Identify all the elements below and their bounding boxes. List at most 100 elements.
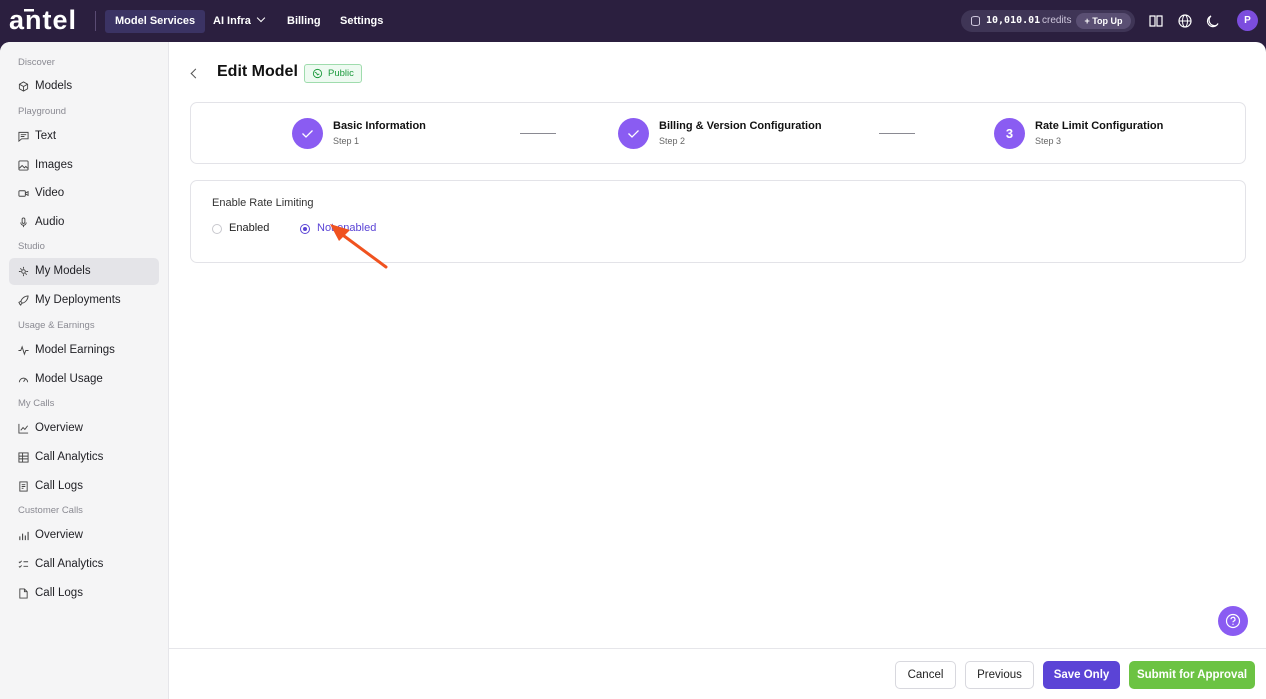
sidebar: Discover Models Playground Text Images V… <box>0 42 169 699</box>
back-chevron-icon[interactable] <box>190 68 201 79</box>
sidebar-item-model-usage[interactable]: Model Usage <box>9 366 159 393</box>
sidebar-item-label: My Models <box>35 265 91 277</box>
credits-balance: 10,010.01 credits + Top Up <box>961 10 1135 32</box>
sidebar-item-label: Models <box>35 80 73 92</box>
app-shell: Discover Models Playground Text Images V… <box>0 42 1266 699</box>
radio-enabled[interactable] <box>212 224 222 234</box>
sidebar-item-label: Images <box>35 159 73 171</box>
video-icon <box>18 190 29 197</box>
nav-ai-infra[interactable]: AI Infra <box>203 10 274 33</box>
sidebar-item-video[interactable]: Video <box>9 180 159 207</box>
cube-icon <box>18 81 29 92</box>
nav-billing-label: Billing <box>287 15 321 27</box>
previous-button[interactable]: Previous <box>965 661 1034 689</box>
sidebar-item-label: Overview <box>35 422 83 434</box>
bar-chart-icon <box>19 531 29 541</box>
logo-text: antel <box>9 5 77 35</box>
sidebar-item-my-deployments[interactable]: My Deployments <box>9 287 159 314</box>
step-1-check-circle <box>292 118 323 149</box>
sidebar-item-my-models[interactable]: My Models <box>9 258 159 285</box>
radio-enabled-label[interactable]: Enabled <box>229 222 269 234</box>
step-1-title: Basic Information <box>333 120 426 132</box>
logs-icon <box>19 481 28 492</box>
sidebar-item-customer-calls-analytics[interactable]: Call Analytics <box>9 551 159 578</box>
radio-not-enabled-label[interactable]: Not enabled <box>317 222 376 234</box>
list-check-icon <box>18 560 29 568</box>
step-3-subtitle: Step 3 <box>1035 136 1062 146</box>
sidebar-item-audio[interactable]: Audio <box>9 209 159 236</box>
radio-not-enabled[interactable] <box>300 224 310 234</box>
sidebar-section-customer-calls: Customer Calls <box>18 505 83 516</box>
sidebar-item-text[interactable]: Text <box>9 123 159 150</box>
save-only-button[interactable]: Save Only <box>1043 661 1120 689</box>
user-avatar[interactable]: P <box>1237 10 1258 31</box>
line-chart-icon <box>18 423 29 434</box>
page-title: Edit Model <box>217 63 298 80</box>
step-2-subtitle: Step 2 <box>659 136 686 146</box>
sidebar-item-label: Call Logs <box>35 587 83 599</box>
step-2-title: Billing & Version Configuration <box>659 120 822 132</box>
logo-accent-bar <box>24 9 34 12</box>
sidebar-item-my-calls-analytics[interactable]: Call Analytics <box>9 444 159 471</box>
database-icon <box>971 16 980 26</box>
sidebar-item-label: Call Analytics <box>35 451 104 463</box>
credits-amount: 10,010.01 <box>986 15 1041 26</box>
pulse-icon <box>18 345 29 356</box>
sidebar-item-label: Overview <box>35 529 83 541</box>
sidebar-item-label: Call Logs <box>35 480 83 492</box>
gauge-icon <box>18 377 29 383</box>
sidebar-item-my-calls-logs[interactable]: Call Logs <box>9 473 159 500</box>
nav-model-services-label: Model Services <box>115 15 196 27</box>
globe-icon[interactable] <box>1177 13 1193 29</box>
nav-model-services[interactable]: Model Services <box>105 10 206 33</box>
step-1-subtitle: Step 1 <box>333 136 360 146</box>
rate-limit-card: Enable Rate Limiting Enabled Not enabled <box>190 180 1246 263</box>
sidebar-item-customer-calls-logs[interactable]: Call Logs <box>9 580 159 607</box>
nav-settings[interactable]: Settings <box>330 10 393 33</box>
help-button[interactable] <box>1218 606 1248 636</box>
top-up-button[interactable]: + Top Up <box>1076 13 1131 29</box>
sidebar-item-images[interactable]: Images <box>9 152 159 179</box>
step-3-title: Rate Limit Configuration <box>1035 120 1164 132</box>
sidebar-item-label: Video <box>35 187 65 199</box>
form-footer: Cancel Previous Save Only Submit for App… <box>169 648 1266 699</box>
credits-unit: credits <box>1042 15 1072 26</box>
file-icon <box>19 588 28 599</box>
sidebar-item-customer-calls-overview[interactable]: Overview <box>9 522 159 549</box>
moon-icon[interactable] <box>1205 13 1221 29</box>
sidebar-section-playground: Playground <box>18 106 67 117</box>
nav-billing[interactable]: Billing <box>277 10 331 33</box>
step-connector <box>879 133 915 134</box>
cancel-button[interactable]: Cancel <box>895 661 956 689</box>
check-icon <box>628 130 639 138</box>
mic-icon <box>20 217 27 228</box>
sidebar-section-my-calls: My Calls <box>18 398 55 409</box>
step-2-check-circle <box>618 118 649 149</box>
globe-small-icon <box>312 68 323 79</box>
antel-logo[interactable]: antel <box>9 5 89 35</box>
sidebar-section-usage-earnings: Usage & Earnings <box>18 320 95 331</box>
sidebar-item-label: Text <box>35 130 57 142</box>
sidebar-item-my-calls-overview[interactable]: Overview <box>9 415 159 442</box>
sidebar-item-label: Model Usage <box>35 373 103 385</box>
top-navigation-bar: antel Model Services AI Infra Billing Se… <box>0 0 1266 42</box>
visibility-badge-label: Public <box>328 68 354 79</box>
sidebar-item-label: Model Earnings <box>35 344 115 356</box>
check-icon <box>302 130 313 138</box>
rate-limit-label: Enable Rate Limiting <box>212 197 314 209</box>
rocket-icon <box>18 295 29 306</box>
stepper: Basic Information Step 1 Billing & Versi… <box>190 102 1246 164</box>
submit-for-approval-button[interactable]: Submit for Approval <box>1129 661 1255 689</box>
logo-divider <box>95 11 96 31</box>
models-icon <box>18 266 29 277</box>
sidebar-item-label: My Deployments <box>35 294 121 306</box>
sidebar-item-model-earnings[interactable]: Model Earnings <box>9 337 159 364</box>
visibility-badge: Public <box>304 64 362 83</box>
docs-icon[interactable] <box>1148 13 1164 29</box>
chat-icon <box>18 131 29 142</box>
sidebar-item-models[interactable]: Models <box>9 73 159 100</box>
sidebar-item-label: Call Analytics <box>35 558 104 570</box>
sidebar-section-studio: Studio <box>18 241 45 252</box>
main-content: Edit Model Public Basic Information Step… <box>169 42 1266 699</box>
chevron-down-icon <box>256 13 266 23</box>
